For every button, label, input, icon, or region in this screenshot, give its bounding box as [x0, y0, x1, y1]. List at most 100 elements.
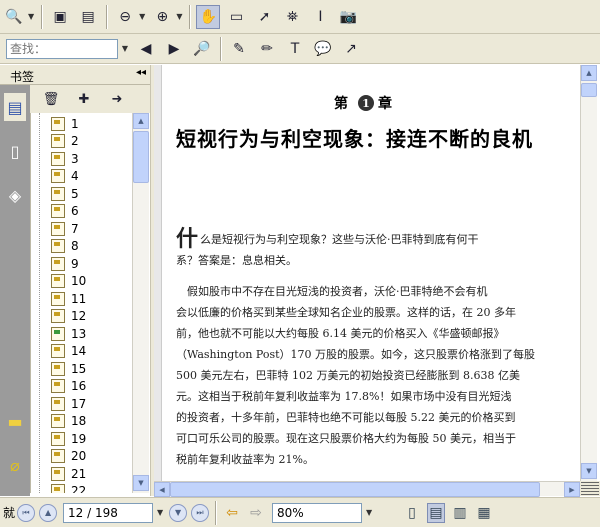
bookmark-scrollbar[interactable]: ▲ ▼	[132, 113, 149, 493]
paragraph-line: （Washington Post）170 万股的股票。如今，这只股票价格涨到了每…	[176, 348, 536, 361]
bookmark-item[interactable]: 18	[37, 413, 86, 430]
bookmark-item[interactable]: 16	[37, 378, 86, 395]
bookmark-item[interactable]: 22	[37, 483, 86, 493]
bookmarks-tab-icon[interactable]: ▤	[4, 93, 26, 121]
zoom-dropdown-icon[interactable]: ▼	[362, 503, 376, 523]
bookmark-label: 19	[71, 431, 87, 446]
search-icon[interactable]: 🔎	[190, 37, 214, 61]
first-page-icon[interactable]: ⏮	[17, 503, 36, 522]
next-page-icon[interactable]: ▼	[169, 503, 188, 522]
last-page-icon[interactable]: ⏭	[191, 503, 210, 522]
search-dropdown-icon[interactable]: ▼	[118, 39, 132, 59]
drop-cap: 什	[176, 226, 199, 252]
bookmark-item[interactable]: 8	[37, 238, 79, 255]
find-previous-icon[interactable]: ◀	[134, 37, 158, 61]
bookmark-item[interactable]: 2	[37, 133, 79, 150]
fit-page-icon[interactable]: ▣	[48, 5, 72, 29]
bookmark-item[interactable]: 1	[37, 115, 79, 132]
page-dropdown-icon[interactable]: ▼	[153, 503, 167, 523]
scroll-thumb[interactable]	[581, 83, 597, 97]
attachments-tab-icon[interactable]: ⌀	[4, 451, 26, 479]
bookmark-label: 7	[71, 221, 79, 236]
layers-tab-icon[interactable]: ◈	[4, 181, 26, 209]
bookmark-item[interactable]: 4	[37, 168, 79, 185]
scroll-up-icon[interactable]: ▲	[133, 113, 149, 129]
bookmark-item[interactable]: 7	[37, 220, 79, 237]
zoom-in-dropdown-icon[interactable]: ▼	[176, 12, 182, 21]
bookmark-item[interactable]: 17	[37, 395, 86, 412]
go-back-icon[interactable]: ⇦	[222, 503, 242, 523]
comments-tab-icon[interactable]: ▬	[4, 407, 26, 435]
page-shadow	[154, 65, 162, 481]
note-edit-icon[interactable]: ✏	[255, 37, 279, 61]
bookmark-page-icon	[51, 134, 65, 148]
fit-width-icon[interactable]: ▤	[76, 5, 100, 29]
bookmark-item[interactable]: 12	[37, 308, 86, 325]
scroll-thumb[interactable]	[133, 131, 149, 183]
scroll-up-icon[interactable]: ▲	[581, 65, 597, 81]
previous-page-icon[interactable]: ▲	[39, 503, 58, 522]
bookmark-item[interactable]: 3	[37, 150, 79, 167]
document-view: 第 1 章 短视行为与利空现象：接连不断的良机 什么是短视行为与利空现象？这些与…	[154, 65, 580, 481]
scroll-left-icon[interactable]: ◀	[154, 482, 170, 497]
bookmark-item[interactable]: 13	[37, 325, 86, 342]
bookmark-item[interactable]: 14	[37, 343, 86, 360]
bookmark-item[interactable]: 19	[37, 430, 86, 447]
continuous-facing-view-icon[interactable]: ▦	[475, 503, 493, 523]
bookmark-page-icon	[51, 291, 65, 306]
comment-icon[interactable]: 💬	[311, 37, 335, 61]
bookmark-item[interactable]: 9	[37, 255, 79, 272]
text-tool-icon[interactable]: I	[308, 5, 332, 29]
camera-icon[interactable]: 📷	[336, 5, 360, 29]
go-forward-icon[interactable]: ⇨	[246, 503, 266, 523]
bookmark-item[interactable]: 5	[37, 185, 79, 202]
collapse-panel-icon[interactable]: ◂◂	[136, 67, 146, 78]
bookmark-page-icon	[51, 256, 65, 271]
resize-grip-icon[interactable]	[581, 481, 599, 495]
bookmark-label: 5	[71, 186, 79, 201]
zoom-out-dropdown-icon[interactable]: ▼	[139, 12, 145, 21]
paragraph-line: 会以低廉的价格买到某些全球知名企业的股票。这样的话，在 20 多年	[176, 306, 516, 319]
find-next-icon[interactable]: ▶	[162, 37, 186, 61]
bookmark-options-icon[interactable]: ➜	[106, 88, 128, 110]
scroll-down-icon[interactable]: ▼	[133, 475, 149, 491]
zoom-in-icon[interactable]: ⊕	[150, 5, 174, 29]
bookmark-item[interactable]: 21	[37, 465, 86, 482]
continuous-view-icon[interactable]: ▤	[427, 502, 446, 523]
binoculars-icon[interactable]: ⛯	[280, 5, 304, 29]
zoom-tool-dropdown-icon[interactable]: ▼	[28, 12, 34, 21]
bookmark-page-icon	[51, 396, 65, 411]
document-vertical-scrollbar[interactable]: ▲ ▼	[580, 65, 597, 481]
bookmark-item[interactable]: 11	[37, 290, 86, 307]
zoom-in-tool-icon[interactable]: 🔍	[2, 5, 26, 29]
document-horizontal-scrollbar[interactable]: ◀ ▶	[154, 481, 580, 497]
pointer-icon[interactable]: ➚	[252, 5, 276, 29]
search-input[interactable]	[6, 38, 118, 59]
bookmark-tools: 🗑 ✚ ➜	[30, 85, 150, 113]
bookmark-item[interactable]: 15	[37, 360, 86, 377]
page-number-field[interactable]: 12 / 198	[63, 502, 154, 523]
text-select-icon[interactable]: ▭	[224, 5, 248, 29]
highlight-icon[interactable]: ✎	[227, 37, 251, 61]
bookmark-page-icon	[51, 116, 65, 131]
scroll-down-icon[interactable]: ▼	[581, 463, 597, 479]
hand-tool-icon[interactable]: ✋	[196, 4, 221, 29]
scroll-right-icon[interactable]: ▶	[564, 482, 580, 497]
toolbar-separator	[106, 4, 108, 29]
bookmark-item[interactable]: 10	[37, 273, 86, 290]
text-box-icon[interactable]: T	[283, 37, 307, 61]
zoom-out-icon[interactable]: ⊖	[113, 5, 137, 29]
delete-bookmark-icon[interactable]: 🗑	[40, 88, 62, 110]
new-bookmark-icon[interactable]: ✚	[73, 88, 95, 110]
bookmark-label: 8	[71, 239, 79, 253]
bookmark-item[interactable]: 20	[37, 448, 86, 465]
pages-tab-icon[interactable]: ▯	[4, 137, 26, 165]
zoom-field[interactable]: 80%	[272, 502, 363, 523]
bookmark-item[interactable]: 6	[37, 203, 79, 220]
chapter-suffix: 章	[378, 96, 398, 112]
arrow-icon[interactable]: ↗	[339, 37, 363, 61]
single-page-view-icon[interactable]: ▯	[403, 503, 421, 523]
scroll-thumb[interactable]	[170, 482, 540, 497]
facing-view-icon[interactable]: ▥	[451, 503, 469, 523]
bookmark-page-icon	[51, 466, 65, 481]
